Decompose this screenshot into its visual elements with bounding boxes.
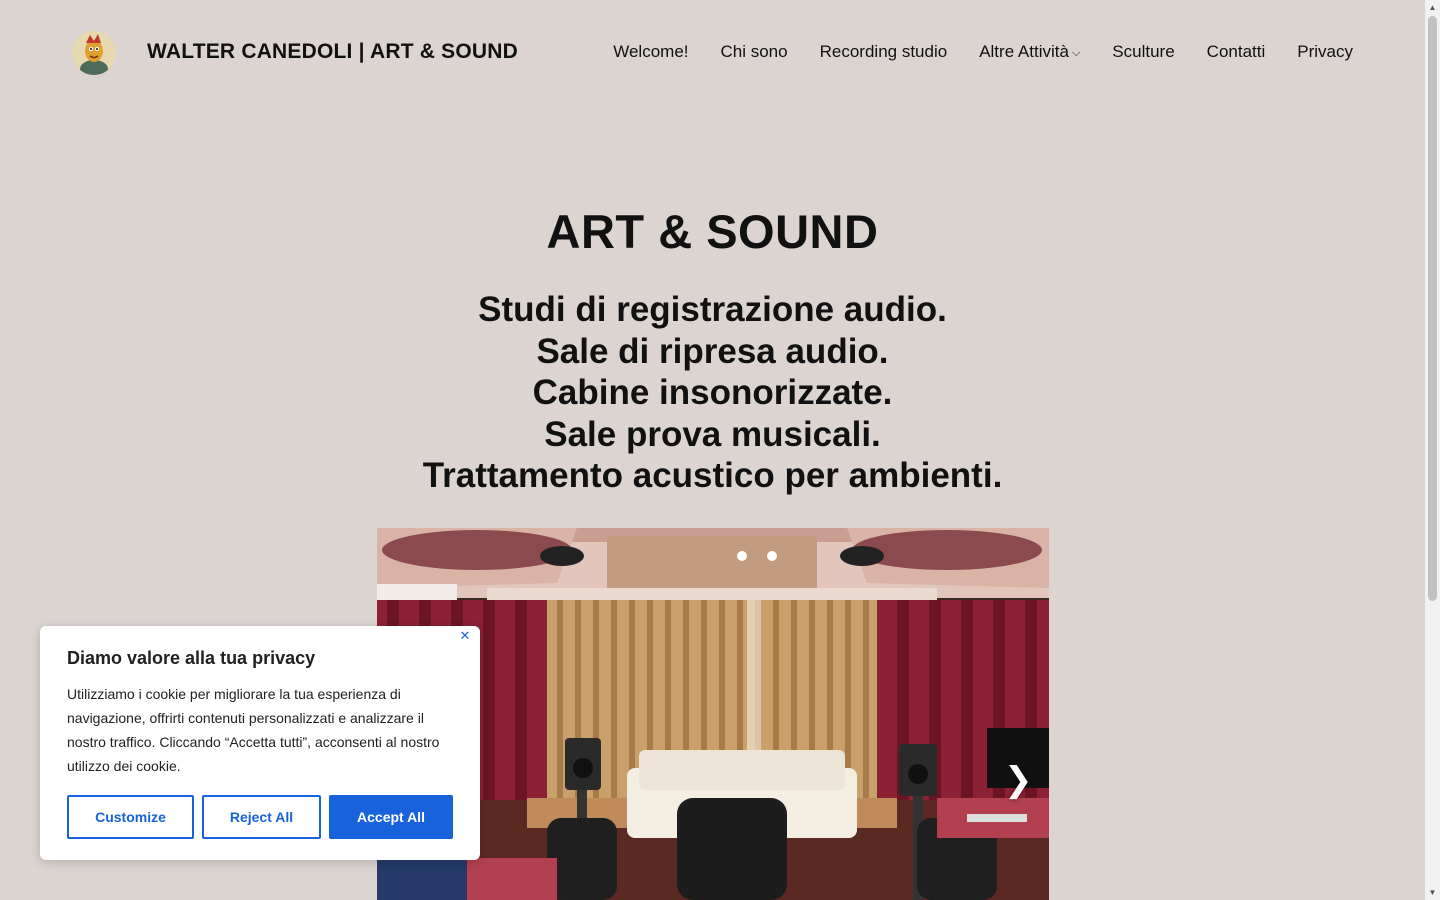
nav-item-recording-studio[interactable]: Recording studio — [820, 42, 948, 62]
hero-subtitle: Studi di registrazione audio. Sale di ri… — [0, 289, 1425, 497]
nav-item-privacy[interactable]: Privacy — [1297, 42, 1353, 62]
nav-item-label: Contatti — [1206, 42, 1266, 61]
site-title[interactable]: WALTER CANEDOLI | ART & SOUND — [147, 40, 518, 64]
main-nav: Welcome! Chi sono Recording studio Altre… — [613, 42, 1353, 62]
nav-item-contatti[interactable]: Contatti — [1207, 42, 1266, 62]
scroll-up-arrow-icon[interactable]: ▲ — [1425, 0, 1440, 15]
nav-item-label: Privacy — [1297, 42, 1353, 61]
nav-item-label: Sculture — [1112, 42, 1175, 61]
hero-line: Trattamento acustico per ambienti. — [422, 456, 1003, 495]
site-logo[interactable] — [72, 31, 116, 75]
hero-line: Cabine insonorizzate. — [532, 373, 893, 412]
nav-item-chi-sono[interactable]: Chi sono — [721, 42, 788, 62]
cookie-banner-actions: Customize Reject All Accept All — [67, 795, 453, 839]
chevron-right-icon: ❯ — [1004, 761, 1033, 799]
cookie-banner-title: Diamo valore alla tua privacy — [67, 648, 316, 668]
nav-item-altre-attivita[interactable]: Altre Attività ⌵ — [979, 42, 1080, 62]
customize-button[interactable]: Customize — [67, 795, 194, 839]
chevron-down-icon: ⌵ — [1071, 47, 1081, 59]
cookie-banner-text: Utilizziamo i cookie per migliorare la t… — [67, 686, 440, 774]
nav-item-welcome[interactable]: Welcome! — [613, 42, 688, 62]
cookie-banner: ✕ Diamo valore alla tua privacy Utilizzi… — [40, 626, 480, 860]
page-scrollbar[interactable]: ▲ ▼ — [1425, 0, 1440, 900]
accept-all-button[interactable]: Accept All — [329, 795, 453, 839]
slider-next-button[interactable]: ❯ — [1004, 760, 1033, 800]
nav-item-label: Altre Attività — [979, 42, 1069, 61]
nav-item-label: Welcome! — [613, 42, 689, 61]
hero-line: Sale prova musicali. — [544, 414, 881, 454]
hero-line: Sale di ripresa audio. — [536, 331, 889, 371]
page-title: ART & SOUND — [546, 205, 879, 258]
reject-all-button[interactable]: Reject All — [202, 795, 321, 839]
hero-line: Studi di registrazione audio. — [478, 290, 947, 329]
nav-item-label: Recording studio — [819, 42, 948, 61]
avatar-illustration-icon — [72, 31, 116, 75]
nav-item-sculture[interactable]: Sculture — [1112, 42, 1174, 62]
site-header: WALTER CANEDOLI | ART & SOUND Welcome! C… — [0, 0, 1425, 105]
nav-item-label: Chi sono — [720, 42, 788, 61]
scroll-thumb[interactable] — [1428, 16, 1437, 601]
scroll-down-arrow-icon[interactable]: ▼ — [1425, 885, 1440, 900]
close-icon[interactable]: ✕ — [458, 629, 472, 643]
